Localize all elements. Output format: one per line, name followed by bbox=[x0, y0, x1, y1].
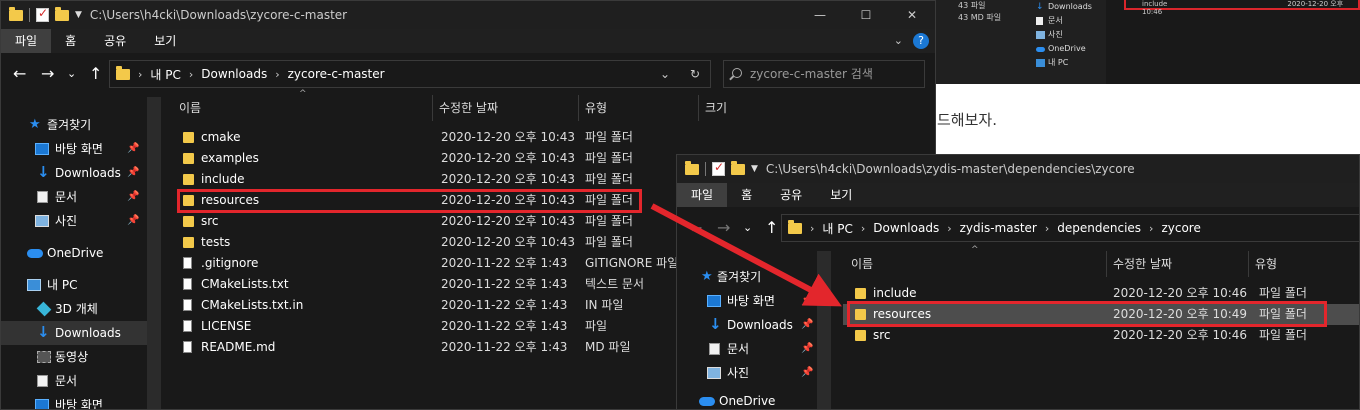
arrow-line bbox=[650, 203, 842, 307]
copy-arrow bbox=[650, 203, 842, 307]
